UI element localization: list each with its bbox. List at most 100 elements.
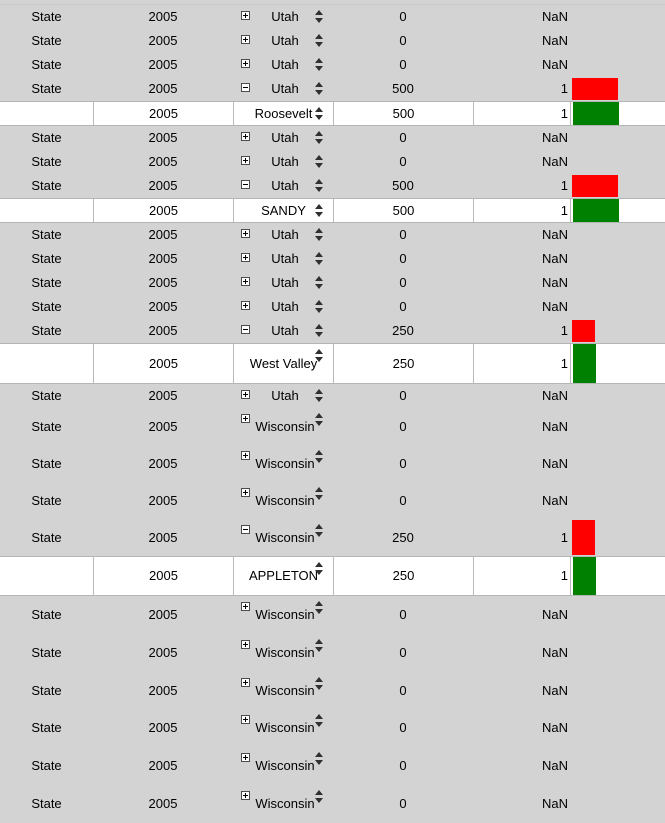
spinner-down-arrow-icon[interactable]	[315, 332, 323, 337]
cell-name[interactable]: Utah	[233, 29, 333, 53]
cell-name[interactable]: Utah	[233, 271, 333, 295]
table-row-parent[interactable]: State 2005 Wisconsin 250 1	[0, 519, 665, 556]
spinner-up-arrow-icon[interactable]	[315, 58, 323, 63]
updown-spinner-icon[interactable]	[315, 524, 324, 537]
spinner-up-arrow-icon[interactable]	[315, 107, 323, 112]
spinner-down-arrow-icon[interactable]	[315, 139, 323, 144]
spinner-down-arrow-icon[interactable]	[315, 570, 323, 575]
updown-spinner-icon[interactable]	[315, 155, 324, 168]
spinner-down-arrow-icon[interactable]	[315, 397, 323, 402]
spinner-down-arrow-icon[interactable]	[315, 66, 323, 71]
plus-box-icon[interactable]	[241, 59, 250, 68]
spinner-down-arrow-icon[interactable]	[315, 760, 323, 765]
spinner-down-arrow-icon[interactable]	[315, 284, 323, 289]
cell-name[interactable]: Wisconsin	[233, 408, 333, 445]
table-row-parent[interactable]: State 2005 Utah 0 NaN	[0, 295, 665, 319]
spinner-up-arrow-icon[interactable]	[315, 155, 323, 160]
updown-spinner-icon[interactable]	[315, 714, 324, 727]
updown-spinner-icon[interactable]	[315, 300, 324, 313]
spinner-up-arrow-icon[interactable]	[315, 790, 323, 795]
cell-name[interactable]: Wisconsin	[233, 634, 333, 672]
cell-name[interactable]: Utah	[233, 126, 333, 150]
table-row-parent[interactable]: State 2005 Utah 0 NaN	[0, 271, 665, 295]
updown-spinner-icon[interactable]	[315, 58, 324, 71]
minus-box-icon[interactable]	[241, 180, 250, 189]
table-row-child[interactable]: 2005 APPLETON 250 1	[0, 556, 665, 596]
plus-box-icon[interactable]	[241, 390, 250, 399]
cell-name[interactable]: Wisconsin	[233, 785, 333, 823]
table-row-parent[interactable]: State 2005 Wisconsin 0 NaN	[0, 785, 665, 823]
updown-spinner-icon[interactable]	[315, 276, 324, 289]
spinner-down-arrow-icon[interactable]	[315, 115, 323, 120]
spinner-down-arrow-icon[interactable]	[315, 42, 323, 47]
spinner-up-arrow-icon[interactable]	[315, 487, 323, 492]
plus-box-icon[interactable]	[241, 488, 250, 497]
updown-spinner-icon[interactable]	[315, 413, 324, 426]
spinner-up-arrow-icon[interactable]	[315, 752, 323, 757]
plus-box-icon[interactable]	[241, 301, 250, 310]
plus-box-icon[interactable]	[241, 602, 250, 611]
spinner-up-arrow-icon[interactable]	[315, 34, 323, 39]
cell-name[interactable]: Utah	[233, 295, 333, 319]
plus-box-icon[interactable]	[241, 156, 250, 165]
updown-spinner-icon[interactable]	[315, 639, 324, 652]
updown-spinner-icon[interactable]	[315, 228, 324, 241]
table-row-parent[interactable]: State 2005 Utah 0 NaN	[0, 223, 665, 247]
cell-name[interactable]: Roosevelt	[233, 102, 333, 125]
spinner-up-arrow-icon[interactable]	[315, 252, 323, 257]
cell-name[interactable]: Wisconsin	[233, 709, 333, 747]
updown-spinner-icon[interactable]	[315, 349, 324, 362]
table-row-child[interactable]: 2005 SANDY 500 1	[0, 198, 665, 223]
updown-spinner-icon[interactable]	[315, 562, 324, 575]
minus-box-icon[interactable]	[241, 83, 250, 92]
spinner-up-arrow-icon[interactable]	[315, 562, 323, 567]
spinner-up-arrow-icon[interactable]	[315, 300, 323, 305]
spinner-up-arrow-icon[interactable]	[315, 524, 323, 529]
minus-box-icon[interactable]	[241, 325, 250, 334]
spinner-up-arrow-icon[interactable]	[315, 413, 323, 418]
table-row-parent[interactable]: State 2005 Utah 0 NaN	[0, 150, 665, 174]
spinner-down-arrow-icon[interactable]	[315, 421, 323, 426]
cell-name[interactable]: Wisconsin	[233, 596, 333, 634]
plus-box-icon[interactable]	[241, 35, 250, 44]
spinner-down-arrow-icon[interactable]	[315, 532, 323, 537]
plus-box-icon[interactable]	[241, 253, 250, 262]
spinner-up-arrow-icon[interactable]	[315, 349, 323, 354]
table-row-child[interactable]: 2005 Roosevelt 500 1	[0, 101, 665, 126]
table-row-parent[interactable]: State 2005 Utah 0 NaN	[0, 247, 665, 271]
spinner-up-arrow-icon[interactable]	[315, 714, 323, 719]
cell-name[interactable]: Utah	[233, 223, 333, 247]
cell-name[interactable]: Utah	[233, 5, 333, 29]
table-row-child[interactable]: 2005 West Valley 250 1	[0, 343, 665, 384]
cell-name[interactable]: Utah	[233, 77, 333, 101]
updown-spinner-icon[interactable]	[315, 107, 324, 120]
plus-box-icon[interactable]	[241, 791, 250, 800]
updown-spinner-icon[interactable]	[315, 179, 324, 192]
spinner-up-arrow-icon[interactable]	[315, 179, 323, 184]
table-row-parent[interactable]: State 2005 Utah 0 NaN	[0, 53, 665, 77]
cell-name[interactable]: Wisconsin	[233, 445, 333, 482]
table-row-parent[interactable]: State 2005 Wisconsin 0 NaN	[0, 672, 665, 709]
spinner-down-arrow-icon[interactable]	[315, 212, 323, 217]
spinner-up-arrow-icon[interactable]	[315, 131, 323, 136]
cell-name[interactable]: Utah	[233, 150, 333, 174]
plus-box-icon[interactable]	[241, 715, 250, 724]
spinner-down-arrow-icon[interactable]	[315, 260, 323, 265]
updown-spinner-icon[interactable]	[315, 790, 324, 803]
table-row-parent[interactable]: State 2005 Wisconsin 0 NaN	[0, 596, 665, 634]
spinner-up-arrow-icon[interactable]	[315, 389, 323, 394]
spinner-down-arrow-icon[interactable]	[315, 90, 323, 95]
updown-spinner-icon[interactable]	[315, 204, 324, 217]
spinner-up-arrow-icon[interactable]	[315, 228, 323, 233]
updown-spinner-icon[interactable]	[315, 601, 324, 614]
spinner-down-arrow-icon[interactable]	[315, 308, 323, 313]
cell-name[interactable]: Wisconsin	[233, 672, 333, 709]
table-row-parent[interactable]: State 2005 Utah 0 NaN	[0, 384, 665, 408]
updown-spinner-icon[interactable]	[315, 324, 324, 337]
spinner-down-arrow-icon[interactable]	[315, 722, 323, 727]
table-row-parent[interactable]: State 2005 Wisconsin 0 NaN	[0, 747, 665, 785]
updown-spinner-icon[interactable]	[315, 131, 324, 144]
plus-box-icon[interactable]	[241, 132, 250, 141]
updown-spinner-icon[interactable]	[315, 677, 324, 690]
plus-box-icon[interactable]	[241, 414, 250, 423]
